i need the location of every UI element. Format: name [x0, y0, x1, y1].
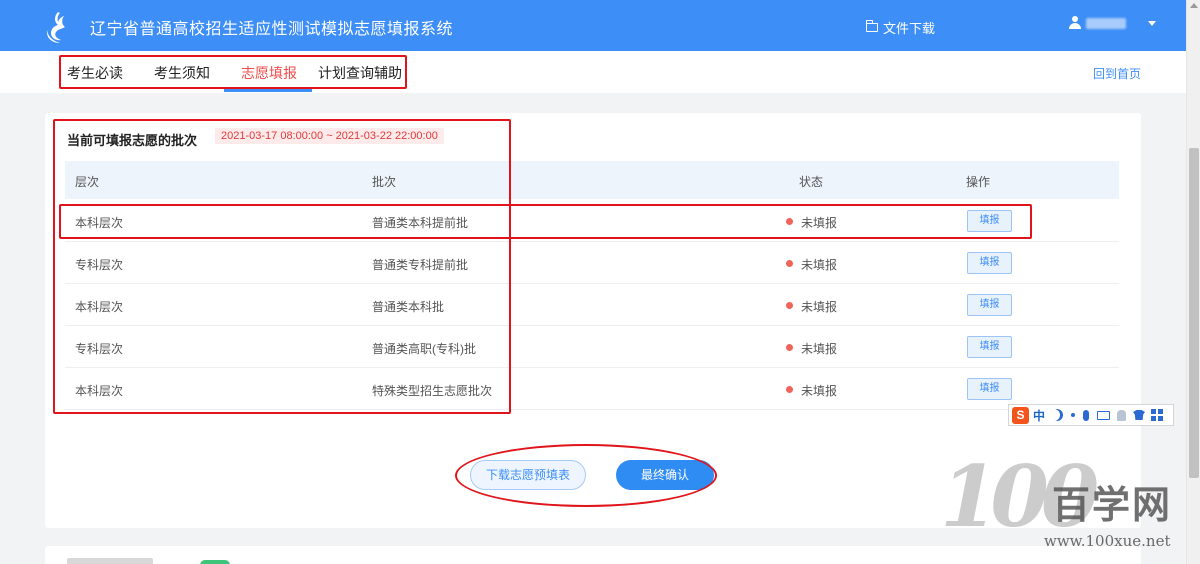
annotation-box-first-row	[59, 204, 1032, 239]
folder-icon	[866, 20, 878, 32]
pigeon-logo-icon	[46, 12, 65, 43]
status-dot-icon	[786, 302, 793, 309]
user-name	[1086, 17, 1126, 29]
chevron-down-icon	[1148, 20, 1156, 26]
row-status: 未填报	[801, 258, 838, 272]
skin-shirt-icon[interactable]	[1133, 410, 1146, 420]
row-status: 未填报	[801, 300, 838, 314]
app-title: 辽宁省普通高校招生适应性测试模拟志愿填报系统	[90, 21, 454, 38]
fill-button[interactable]: 填报	[967, 336, 1012, 358]
keyboard-icon[interactable]	[1097, 410, 1111, 420]
row-status: 未填报	[801, 342, 838, 356]
annotation-box-batches	[53, 119, 511, 414]
fill-button[interactable]: 填报	[967, 252, 1012, 274]
file-download-label: 文件下载	[883, 21, 936, 36]
ime-toolbar[interactable]: S 中	[1008, 404, 1174, 426]
user-icon	[1068, 16, 1082, 30]
app-header: 辽宁省普通高校招生适应性测试模拟志愿填报系统 文件下载	[0, 0, 1186, 51]
fill-button[interactable]: 填报	[967, 378, 1012, 400]
row-status: 未填报	[801, 384, 838, 398]
next-section-badge	[200, 560, 230, 564]
user-menu[interactable]	[1068, 16, 1156, 30]
back-home-link[interactable]: 回到首页	[1093, 65, 1141, 82]
next-section-title	[67, 558, 153, 564]
scrollbar[interactable]	[1186, 0, 1200, 564]
annotation-oval-buttons	[455, 444, 717, 507]
col-status: 状态	[799, 175, 824, 189]
annotation-box-tabs	[59, 55, 407, 89]
punctuation-icon[interactable]	[1071, 413, 1076, 417]
status-dot-icon	[786, 386, 793, 393]
toolbox-grid-icon[interactable]	[1151, 409, 1164, 421]
scroll-up-icon[interactable]	[1190, 3, 1198, 8]
file-download-link[interactable]: 文件下载	[866, 18, 935, 37]
active-tab-indicator	[224, 89, 312, 92]
fill-button[interactable]: 填报	[967, 294, 1012, 316]
col-action: 操作	[966, 175, 991, 189]
watermark: 100 百学网 www.100xue.net	[940, 452, 1186, 564]
watermark-url: www.100xue.net	[1044, 532, 1171, 550]
person-icon[interactable]	[1117, 409, 1127, 421]
moon-icon[interactable]	[1051, 409, 1063, 421]
microphone-icon[interactable]	[1083, 409, 1090, 421]
sogou-logo-icon[interactable]: S	[1012, 406, 1029, 424]
ime-mode-label[interactable]: 中	[1033, 407, 1045, 424]
status-dot-icon	[786, 344, 793, 351]
watermark-site-name: 百学网	[1052, 485, 1173, 527]
status-dot-icon	[786, 260, 793, 267]
scrollbar-thumb[interactable]	[1189, 148, 1199, 478]
